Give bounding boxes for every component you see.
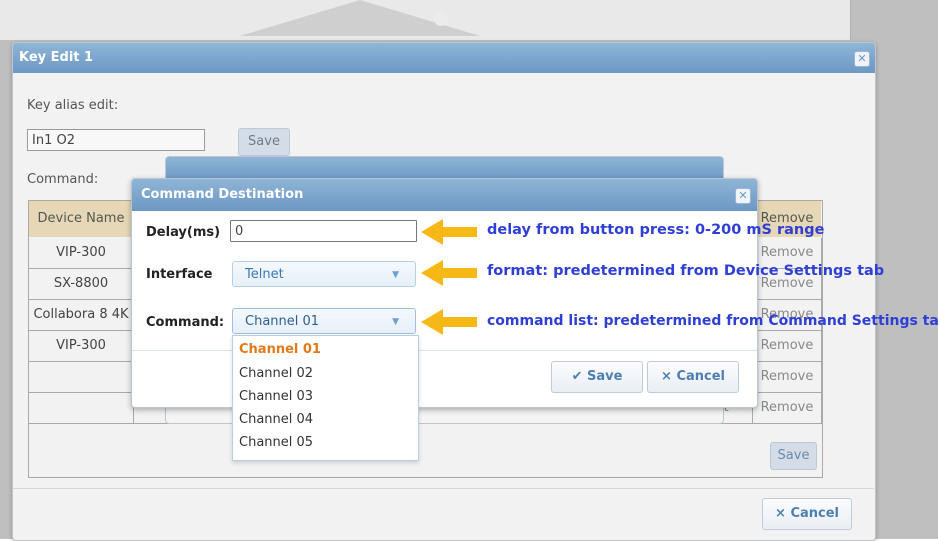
key-edit-cancel-button[interactable]: × Cancel: [762, 498, 852, 530]
check-icon: ✔: [571, 369, 587, 384]
table-row-device: VIP-300: [29, 331, 134, 362]
chevron-down-icon: ▼: [392, 270, 399, 280]
command-destination-title: Command Destination: [141, 187, 304, 202]
table-row-device: Collabora 8 4K: [29, 300, 134, 331]
interface-select[interactable]: Telnet ▼: [232, 261, 416, 287]
save-button[interactable]: ✔ Save: [551, 361, 643, 393]
x-icon: ×: [775, 506, 791, 521]
remove-button[interactable]: Remove: [753, 362, 822, 393]
command-value: Channel 01: [245, 314, 320, 329]
interface-value: Telnet: [245, 267, 284, 282]
command-label: Command:: [27, 172, 99, 187]
arrow-icon: [421, 309, 477, 335]
remove-button[interactable]: Remove: [753, 393, 822, 424]
cancel-label: Cancel: [790, 506, 839, 521]
dropdown-option[interactable]: Channel 04: [239, 408, 313, 432]
alias-label: Key alias edit:: [27, 98, 119, 113]
delay-input[interactable]: 0: [230, 220, 417, 242]
close-icon[interactable]: ✕: [854, 51, 870, 67]
arrow-body: [443, 317, 477, 327]
alias-input[interactable]: In1 O2: [27, 129, 205, 151]
command-select[interactable]: Channel 01 ▼: [232, 308, 416, 334]
arrow-head: [421, 219, 443, 245]
key-edit-titlebar: Key Edit 1: [13, 43, 875, 73]
alias-save-button[interactable]: Save: [238, 128, 290, 156]
command-annotation: command list: predetermined from Command…: [487, 313, 938, 329]
remove-button[interactable]: Remove: [753, 331, 822, 362]
table-row-device: SX-8800: [29, 269, 134, 300]
command-dropdown: Channel 01 Channel 02 Channel 03 Channel…: [232, 335, 419, 461]
close-icon[interactable]: ✕: [735, 188, 751, 204]
cancel-label: Cancel: [676, 369, 725, 384]
table-row-device: [29, 393, 134, 424]
x-icon: ×: [661, 369, 677, 384]
command-destination-dialog: Command Destination ✕ Delay(ms) 0 Interf…: [131, 178, 758, 408]
table-header-device: Device Name: [29, 201, 134, 237]
divider: [132, 350, 757, 351]
command-destination-titlebar: Command Destination: [132, 179, 757, 211]
save-label: Save: [586, 369, 623, 384]
arrow-icon: [421, 219, 477, 245]
arrow-head: [421, 260, 443, 286]
arrow-body: [443, 227, 477, 237]
arrow-icon: [421, 260, 477, 286]
delay-annotation: delay from button press: 0-200 mS range: [487, 222, 825, 238]
dropdown-option[interactable]: Channel 05: [239, 431, 313, 455]
interface-label: Interface: [146, 267, 213, 282]
dropdown-option[interactable]: Channel 01: [239, 338, 321, 362]
chevron-down-icon: ▼: [392, 317, 399, 327]
key-edit-title: Key Edit 1: [19, 50, 94, 65]
cancel-button[interactable]: × Cancel: [647, 361, 739, 393]
delay-label: Delay(ms): [146, 225, 221, 240]
interface-annotation: format: predetermined from Device Settin…: [487, 263, 885, 279]
arrow-body: [443, 268, 477, 278]
dropdown-option[interactable]: Channel 03: [239, 385, 313, 409]
divider: [12, 488, 874, 489]
arrow-head: [421, 309, 443, 335]
command-label: Command:: [146, 315, 225, 330]
table-save-button[interactable]: Save: [770, 442, 817, 470]
table-row-device: VIP-300: [29, 238, 134, 269]
dropdown-option[interactable]: Channel 02: [239, 362, 313, 386]
background-dot: [434, 12, 448, 26]
table-row-device: [29, 362, 134, 393]
